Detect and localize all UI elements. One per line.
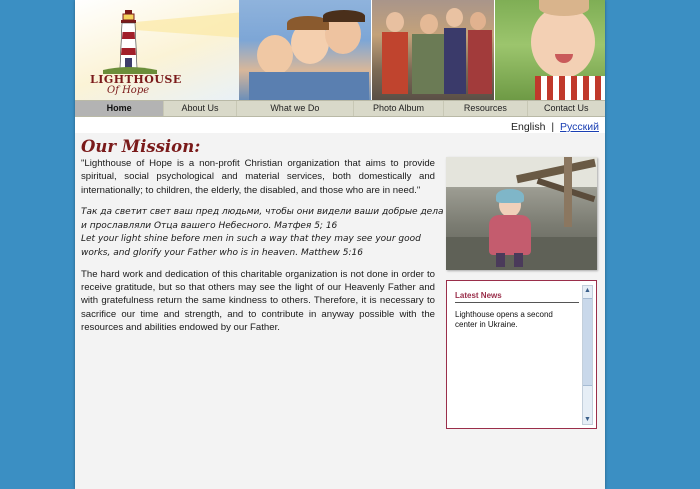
news-item[interactable]: Lighthouse opens a second center in Ukra…: [455, 310, 575, 329]
language-russian-link[interactable]: Русский: [560, 121, 599, 133]
nav-contact-us[interactable]: Contact Us: [528, 101, 605, 116]
nav-resources[interactable]: Resources: [444, 101, 528, 116]
main-nav: Home About Us What we Do Photo Album Res…: [75, 100, 605, 117]
mission-photo: [446, 157, 597, 270]
latest-news-panel: Latest News Lighthouse opens a second ce…: [446, 280, 597, 429]
mission-text: "Lighthouse of Hope is a non-profit Chri…: [81, 157, 444, 335]
news-scrollbar[interactable]: ▲ ▼: [582, 285, 593, 425]
nav-home[interactable]: Home: [75, 101, 165, 116]
header-photo-baby: [495, 0, 605, 100]
nav-about-us[interactable]: About Us: [164, 101, 237, 116]
header-photo-children: [239, 0, 371, 100]
header-photo-group: [372, 0, 494, 100]
language-english[interactable]: English: [511, 121, 545, 133]
nav-what-we-do[interactable]: What we Do: [237, 101, 354, 116]
page-container: LIGHTHOUSE Of Hope Home About Us What we…: [75, 0, 605, 489]
scripture-line: и прославляли Отца вашего Небесного. Мат…: [81, 220, 338, 231]
main-content: Our Mission: "Lighthouse of Hope is a no…: [75, 133, 605, 489]
scroll-up-icon[interactable]: ▲: [583, 286, 592, 295]
page-title: Our Mission:: [81, 137, 201, 156]
header: LIGHTHOUSE Of Hope: [75, 0, 605, 100]
mission-intro: "Lighthouse of Hope is a non-profit Chri…: [81, 158, 435, 196]
scripture-line: Let your light shine before men in such …: [81, 234, 421, 245]
nav-photo-album[interactable]: Photo Album: [354, 101, 445, 116]
news-heading: Latest News: [455, 291, 579, 303]
logo[interactable]: LIGHTHOUSE Of Hope: [75, 0, 245, 100]
scroll-down-icon[interactable]: ▼: [583, 415, 592, 424]
scroll-thumb[interactable]: [583, 298, 592, 386]
scripture-line: Так да светит свет ваш пред людьми, чтоб…: [81, 207, 444, 218]
scripture-quote: Так да светит свет ваш пред людьми, чтоб…: [81, 206, 444, 260]
logo-subtitle: Of Hope: [107, 85, 150, 96]
language-switcher: English | Русский: [511, 121, 599, 133]
scripture-line: works, and glorify your Father who is in…: [81, 248, 363, 258]
mission-body: The hard work and dedication of this cha…: [81, 268, 435, 334]
language-separator: |: [551, 121, 555, 133]
